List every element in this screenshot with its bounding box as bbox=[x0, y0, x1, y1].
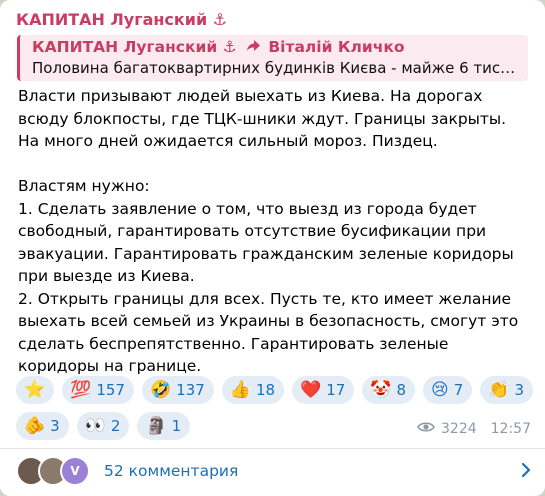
reaction-count: 137 bbox=[176, 381, 205, 399]
eyes-icon: 👀 bbox=[84, 415, 106, 436]
reaction-count: 7 bbox=[453, 381, 464, 399]
reaction-star[interactable]: ⭐ bbox=[16, 376, 55, 404]
reply-preview[interactable]: КАПИТАН Луганский ⚓ Віталій Кличко Полов… bbox=[17, 35, 528, 81]
clapping-hands-icon: 👏 bbox=[488, 379, 510, 400]
comments-bar[interactable]: V 52 комментария bbox=[16, 455, 531, 487]
reaction-count: 1 bbox=[171, 417, 182, 435]
comments-label: 52 комментария bbox=[104, 462, 239, 480]
message-text: Власти призывают людей выехать из Киева.… bbox=[18, 87, 519, 375]
reaction-count: 3 bbox=[514, 381, 525, 399]
moai-icon: 🗿 bbox=[145, 415, 167, 436]
channel-name[interactable]: КАПИТАН Луганский ⚓ bbox=[16, 10, 227, 29]
thumbs-up-icon: 👍 bbox=[229, 379, 251, 400]
star-icon: ⭐ bbox=[24, 379, 46, 400]
divider bbox=[0, 448, 545, 449]
reaction-point[interactable]: 🫵 3 bbox=[16, 412, 69, 440]
clown-icon: 🤡 bbox=[370, 379, 392, 400]
heart-icon: ❤️ bbox=[300, 379, 322, 400]
crying-face-icon: 😢 bbox=[431, 379, 449, 400]
reaction-thumbs-up[interactable]: 👍 18 bbox=[221, 376, 285, 404]
reaction-count: 157 bbox=[96, 381, 125, 399]
anchor-icon: ⚓ bbox=[212, 10, 228, 29]
reply-snippet: Половина багатоквартирних будинків Києва… bbox=[32, 59, 520, 77]
reaction-count: 17 bbox=[326, 381, 346, 399]
reaction-clap[interactable]: 👏 3 bbox=[480, 376, 534, 404]
eye-icon bbox=[417, 421, 435, 437]
forward-arrow-icon bbox=[246, 38, 266, 56]
rofl-icon: 🤣 bbox=[149, 379, 172, 400]
reaction-hundred[interactable]: 💯 157 bbox=[62, 376, 134, 404]
anchor-icon: ⚓ bbox=[222, 38, 237, 56]
reaction-count: 2 bbox=[110, 417, 121, 435]
reaction-heart[interactable]: ❤️ 17 bbox=[292, 376, 355, 404]
reaction-count: 18 bbox=[255, 381, 276, 399]
reply-title: КАПИТАН Луганский ⚓ Віталій Кличко bbox=[32, 38, 528, 56]
message-time: 12:57 bbox=[490, 421, 531, 437]
reaction-count: 3 bbox=[50, 417, 60, 435]
reaction-eyes[interactable]: 👀 2 bbox=[76, 412, 130, 440]
reaction-rofl[interactable]: 🤣 137 bbox=[141, 376, 214, 404]
message-bubble: КАПИТАН Луганский ⚓ КАПИТАН Луганский ⚓ … bbox=[0, 0, 545, 496]
reply-author: КАПИТАН Луганский bbox=[32, 38, 218, 56]
avatar: V bbox=[60, 456, 90, 486]
reactions: ⭐ 💯 157 🤣 137 👍 18 ❤️ 17 🤡 8 😢 7 👏 3 🫵 3 👀 2 🗿 1 bbox=[16, 376, 534, 448]
reply-forwarded-from: Віталій Кличко bbox=[268, 38, 405, 56]
reaction-moai[interactable]: 🗿 1 bbox=[137, 412, 191, 440]
commenter-avatars: V bbox=[16, 456, 90, 486]
reactions-row-1: ⭐ 💯 157 🤣 137 👍 18 ❤️ 17 🤡 8 😢 7 👏 3 bbox=[16, 376, 534, 404]
hundred-icon: 💯 bbox=[70, 379, 92, 400]
view-count: 3224 bbox=[441, 421, 477, 437]
reaction-clown[interactable]: 🤡 8 bbox=[362, 376, 416, 404]
pointing-hand-icon: 🫵 bbox=[24, 415, 46, 436]
chevron-right-icon bbox=[521, 459, 531, 483]
reaction-count: 8 bbox=[396, 381, 407, 399]
reaction-crying[interactable]: 😢 7 bbox=[423, 376, 473, 404]
message-meta: 3224 12:57 bbox=[417, 421, 531, 437]
